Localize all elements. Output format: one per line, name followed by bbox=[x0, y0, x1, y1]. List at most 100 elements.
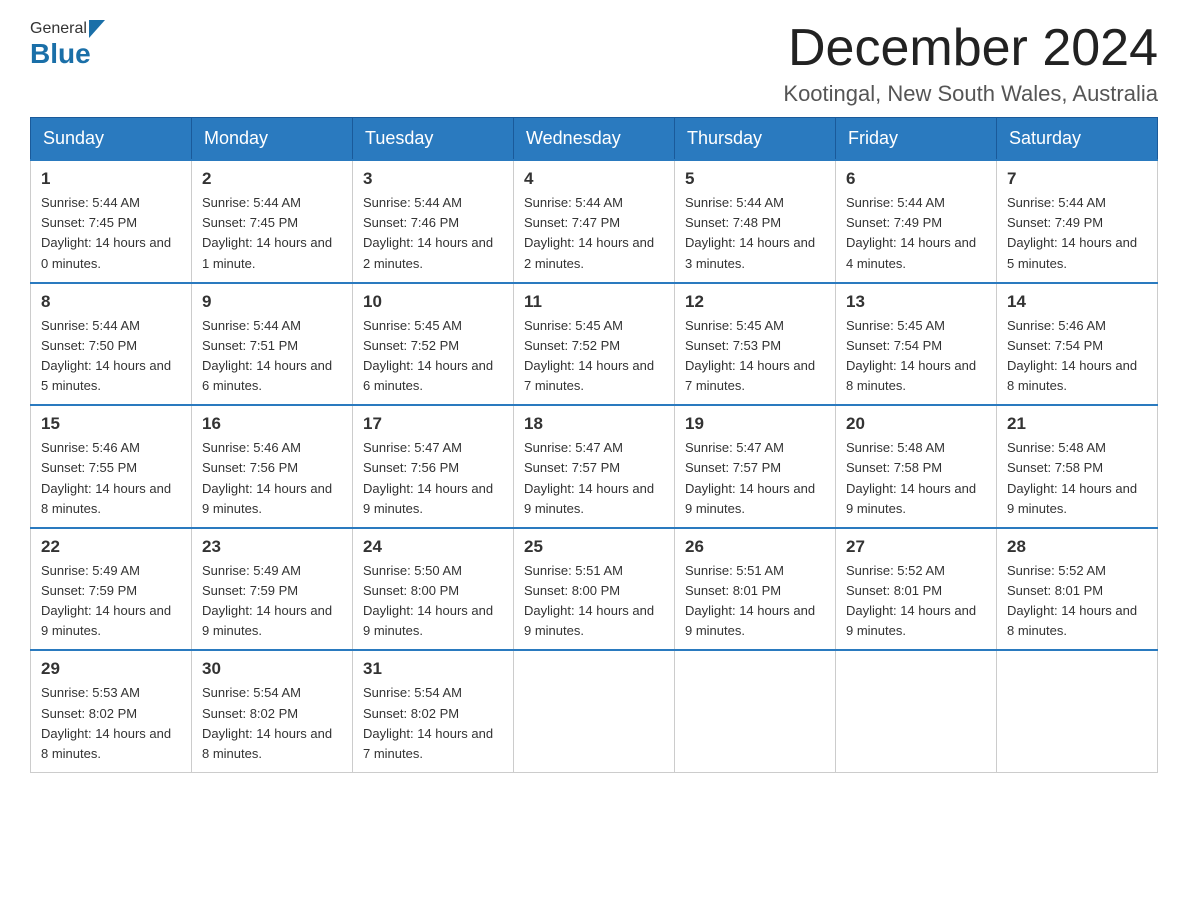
day-number: 30 bbox=[202, 659, 342, 679]
day-number: 29 bbox=[41, 659, 181, 679]
table-row: 6 Sunrise: 5:44 AM Sunset: 7:49 PM Dayli… bbox=[836, 160, 997, 283]
day-number: 20 bbox=[846, 414, 986, 434]
table-row: 19 Sunrise: 5:47 AM Sunset: 7:57 PM Dayl… bbox=[675, 405, 836, 528]
month-title: December 2024 bbox=[783, 20, 1158, 77]
day-number: 11 bbox=[524, 292, 664, 312]
day-number: 5 bbox=[685, 169, 825, 189]
day-number: 14 bbox=[1007, 292, 1147, 312]
table-row: 1 Sunrise: 5:44 AM Sunset: 7:45 PM Dayli… bbox=[31, 160, 192, 283]
day-number: 16 bbox=[202, 414, 342, 434]
table-row: 29 Sunrise: 5:53 AM Sunset: 8:02 PM Dayl… bbox=[31, 650, 192, 772]
calendar-table: Sunday Monday Tuesday Wednesday Thursday… bbox=[30, 117, 1158, 773]
day-number: 15 bbox=[41, 414, 181, 434]
day-info: Sunrise: 5:45 AM Sunset: 7:52 PM Dayligh… bbox=[524, 316, 664, 397]
day-number: 21 bbox=[1007, 414, 1147, 434]
logo: General Blue bbox=[30, 20, 106, 70]
table-row: 20 Sunrise: 5:48 AM Sunset: 7:58 PM Dayl… bbox=[836, 405, 997, 528]
table-row: 17 Sunrise: 5:47 AM Sunset: 7:56 PM Dayl… bbox=[353, 405, 514, 528]
day-info: Sunrise: 5:54 AM Sunset: 8:02 PM Dayligh… bbox=[363, 683, 503, 764]
day-info: Sunrise: 5:44 AM Sunset: 7:48 PM Dayligh… bbox=[685, 193, 825, 274]
day-number: 10 bbox=[363, 292, 503, 312]
day-info: Sunrise: 5:45 AM Sunset: 7:54 PM Dayligh… bbox=[846, 316, 986, 397]
table-row: 23 Sunrise: 5:49 AM Sunset: 7:59 PM Dayl… bbox=[192, 528, 353, 651]
day-number: 17 bbox=[363, 414, 503, 434]
day-number: 25 bbox=[524, 537, 664, 557]
day-number: 13 bbox=[846, 292, 986, 312]
day-info: Sunrise: 5:44 AM Sunset: 7:50 PM Dayligh… bbox=[41, 316, 181, 397]
day-info: Sunrise: 5:52 AM Sunset: 8:01 PM Dayligh… bbox=[846, 561, 986, 642]
day-number: 3 bbox=[363, 169, 503, 189]
day-number: 22 bbox=[41, 537, 181, 557]
calendar-week-row: 1 Sunrise: 5:44 AM Sunset: 7:45 PM Dayli… bbox=[31, 160, 1158, 283]
table-row: 13 Sunrise: 5:45 AM Sunset: 7:54 PM Dayl… bbox=[836, 283, 997, 406]
table-row bbox=[997, 650, 1158, 772]
day-info: Sunrise: 5:45 AM Sunset: 7:53 PM Dayligh… bbox=[685, 316, 825, 397]
day-info: Sunrise: 5:46 AM Sunset: 7:56 PM Dayligh… bbox=[202, 438, 342, 519]
day-number: 8 bbox=[41, 292, 181, 312]
day-info: Sunrise: 5:49 AM Sunset: 7:59 PM Dayligh… bbox=[41, 561, 181, 642]
table-row: 9 Sunrise: 5:44 AM Sunset: 7:51 PM Dayli… bbox=[192, 283, 353, 406]
day-number: 1 bbox=[41, 169, 181, 189]
logo-general-text: General bbox=[30, 21, 87, 37]
header-thursday: Thursday bbox=[675, 118, 836, 161]
day-number: 24 bbox=[363, 537, 503, 557]
table-row: 15 Sunrise: 5:46 AM Sunset: 7:55 PM Dayl… bbox=[31, 405, 192, 528]
day-info: Sunrise: 5:50 AM Sunset: 8:00 PM Dayligh… bbox=[363, 561, 503, 642]
day-number: 18 bbox=[524, 414, 664, 434]
table-row bbox=[836, 650, 997, 772]
day-info: Sunrise: 5:47 AM Sunset: 7:57 PM Dayligh… bbox=[524, 438, 664, 519]
table-row bbox=[514, 650, 675, 772]
day-info: Sunrise: 5:47 AM Sunset: 7:56 PM Dayligh… bbox=[363, 438, 503, 519]
day-info: Sunrise: 5:44 AM Sunset: 7:45 PM Dayligh… bbox=[202, 193, 342, 274]
day-info: Sunrise: 5:51 AM Sunset: 8:00 PM Dayligh… bbox=[524, 561, 664, 642]
table-row: 25 Sunrise: 5:51 AM Sunset: 8:00 PM Dayl… bbox=[514, 528, 675, 651]
day-info: Sunrise: 5:54 AM Sunset: 8:02 PM Dayligh… bbox=[202, 683, 342, 764]
day-number: 28 bbox=[1007, 537, 1147, 557]
table-row: 24 Sunrise: 5:50 AM Sunset: 8:00 PM Dayl… bbox=[353, 528, 514, 651]
day-info: Sunrise: 5:47 AM Sunset: 7:57 PM Dayligh… bbox=[685, 438, 825, 519]
day-info: Sunrise: 5:51 AM Sunset: 8:01 PM Dayligh… bbox=[685, 561, 825, 642]
calendar-week-row: 15 Sunrise: 5:46 AM Sunset: 7:55 PM Dayl… bbox=[31, 405, 1158, 528]
day-number: 12 bbox=[685, 292, 825, 312]
table-row: 10 Sunrise: 5:45 AM Sunset: 7:52 PM Dayl… bbox=[353, 283, 514, 406]
day-info: Sunrise: 5:48 AM Sunset: 7:58 PM Dayligh… bbox=[846, 438, 986, 519]
day-number: 19 bbox=[685, 414, 825, 434]
day-number: 6 bbox=[846, 169, 986, 189]
table-row: 11 Sunrise: 5:45 AM Sunset: 7:52 PM Dayl… bbox=[514, 283, 675, 406]
table-row: 5 Sunrise: 5:44 AM Sunset: 7:48 PM Dayli… bbox=[675, 160, 836, 283]
table-row: 12 Sunrise: 5:45 AM Sunset: 7:53 PM Dayl… bbox=[675, 283, 836, 406]
page-header: General Blue December 2024 Kootingal, Ne… bbox=[30, 20, 1158, 107]
table-row: 16 Sunrise: 5:46 AM Sunset: 7:56 PM Dayl… bbox=[192, 405, 353, 528]
day-number: 2 bbox=[202, 169, 342, 189]
header-sunday: Sunday bbox=[31, 118, 192, 161]
header-monday: Monday bbox=[192, 118, 353, 161]
day-info: Sunrise: 5:53 AM Sunset: 8:02 PM Dayligh… bbox=[41, 683, 181, 764]
calendar-week-row: 22 Sunrise: 5:49 AM Sunset: 7:59 PM Dayl… bbox=[31, 528, 1158, 651]
day-info: Sunrise: 5:49 AM Sunset: 7:59 PM Dayligh… bbox=[202, 561, 342, 642]
table-row: 27 Sunrise: 5:52 AM Sunset: 8:01 PM Dayl… bbox=[836, 528, 997, 651]
table-row: 18 Sunrise: 5:47 AM Sunset: 7:57 PM Dayl… bbox=[514, 405, 675, 528]
day-info: Sunrise: 5:44 AM Sunset: 7:45 PM Dayligh… bbox=[41, 193, 181, 274]
table-row: 31 Sunrise: 5:54 AM Sunset: 8:02 PM Dayl… bbox=[353, 650, 514, 772]
day-number: 27 bbox=[846, 537, 986, 557]
calendar-week-row: 8 Sunrise: 5:44 AM Sunset: 7:50 PM Dayli… bbox=[31, 283, 1158, 406]
day-number: 26 bbox=[685, 537, 825, 557]
day-number: 7 bbox=[1007, 169, 1147, 189]
table-row: 2 Sunrise: 5:44 AM Sunset: 7:45 PM Dayli… bbox=[192, 160, 353, 283]
logo-arrow-icon bbox=[89, 20, 105, 38]
table-row: 28 Sunrise: 5:52 AM Sunset: 8:01 PM Dayl… bbox=[997, 528, 1158, 651]
day-info: Sunrise: 5:44 AM Sunset: 7:47 PM Dayligh… bbox=[524, 193, 664, 274]
day-number: 9 bbox=[202, 292, 342, 312]
header-friday: Friday bbox=[836, 118, 997, 161]
table-row: 26 Sunrise: 5:51 AM Sunset: 8:01 PM Dayl… bbox=[675, 528, 836, 651]
day-info: Sunrise: 5:46 AM Sunset: 7:54 PM Dayligh… bbox=[1007, 316, 1147, 397]
day-number: 31 bbox=[363, 659, 503, 679]
header-saturday: Saturday bbox=[997, 118, 1158, 161]
table-row: 3 Sunrise: 5:44 AM Sunset: 7:46 PM Dayli… bbox=[353, 160, 514, 283]
location-text: Kootingal, New South Wales, Australia bbox=[783, 81, 1158, 107]
calendar-week-row: 29 Sunrise: 5:53 AM Sunset: 8:02 PM Dayl… bbox=[31, 650, 1158, 772]
table-row: 7 Sunrise: 5:44 AM Sunset: 7:49 PM Dayli… bbox=[997, 160, 1158, 283]
table-row: 30 Sunrise: 5:54 AM Sunset: 8:02 PM Dayl… bbox=[192, 650, 353, 772]
title-section: December 2024 Kootingal, New South Wales… bbox=[783, 20, 1158, 107]
table-row bbox=[675, 650, 836, 772]
